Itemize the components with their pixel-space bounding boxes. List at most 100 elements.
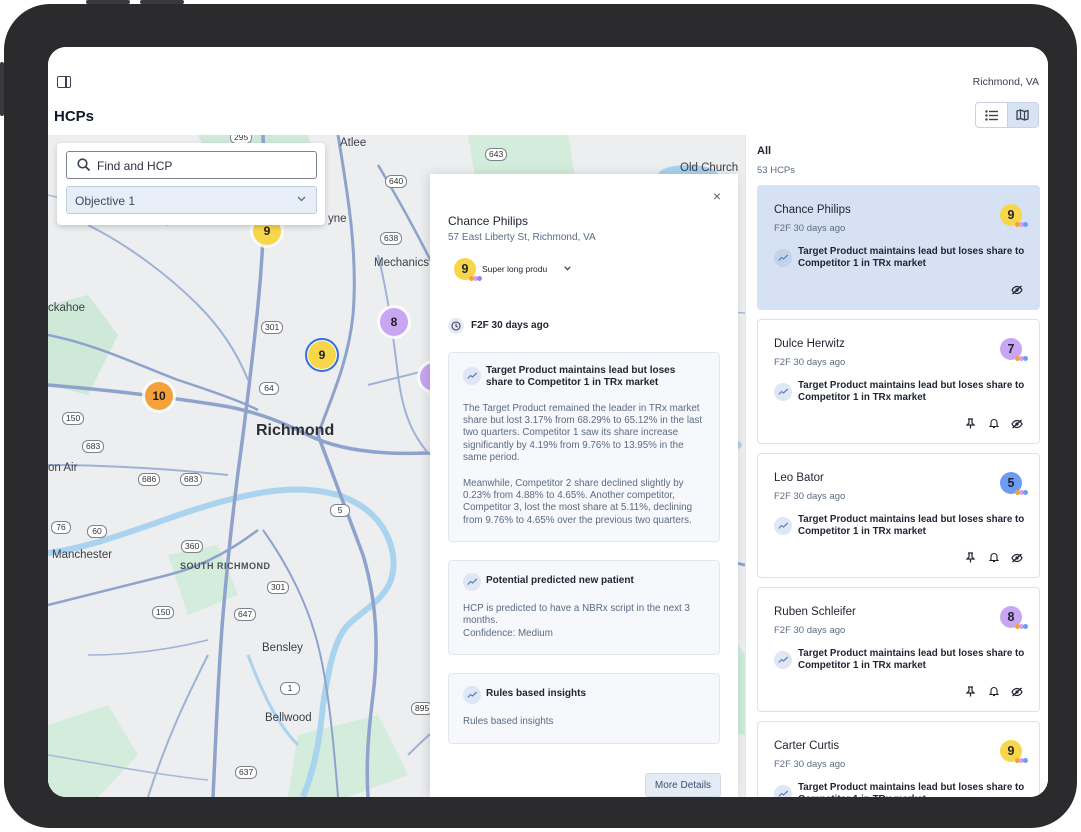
- hcp-card-actions: [1010, 283, 1023, 296]
- hide-icon[interactable]: [1010, 685, 1023, 698]
- map-cluster-marker-selected[interactable]: 9: [305, 338, 339, 372]
- pin-icon[interactable]: [964, 551, 977, 564]
- highway-shield: 5: [330, 504, 350, 517]
- map-label-richmond: Richmond: [256, 422, 335, 439]
- top-bar: Richmond, VA HCPs: [48, 47, 1048, 135]
- map-label-atlee: Atlee: [340, 137, 367, 149]
- hcp-card-insight-text: Target Product maintains lead but loses …: [798, 246, 1025, 269]
- highway-shield: 643: [485, 148, 508, 161]
- insight-card: Rules based insights Rules based insight…: [448, 673, 720, 744]
- insight-body: HCP is predicted to have a NBRx script i…: [463, 603, 690, 627]
- highway-shield: 1: [280, 682, 300, 695]
- highway-shield: 64: [259, 382, 279, 395]
- highway-shield: 150: [62, 412, 85, 425]
- map-cluster-marker[interactable]: 8: [380, 308, 408, 336]
- close-icon[interactable]: ×: [713, 188, 721, 204]
- highway-shield: 683: [180, 473, 203, 486]
- hcp-list-panel: All 53 HCPs Chance Philips F2F 30 days a…: [745, 135, 1048, 797]
- list-icon: [985, 109, 998, 121]
- hcp-card-insight-text: Target Product maintains lead but loses …: [798, 380, 1025, 403]
- app-screen: Richmond, VA HCPs Atlee yne Mechanics ck…: [48, 47, 1048, 797]
- highway-shield: 640: [385, 175, 408, 188]
- search-field[interactable]: [66, 151, 317, 179]
- hcp-card[interactable]: Dulce Herwitz F2F 30 days ago 7 Target P…: [757, 319, 1040, 444]
- bell-icon[interactable]: [987, 685, 1000, 698]
- insight-body: Meanwhile, Competitor 2 share declined s…: [463, 478, 693, 526]
- insight-title: Target Product maintains lead but loses …: [486, 365, 676, 388]
- map-label-bellwood: Bellwood: [265, 712, 312, 724]
- hide-icon[interactable]: [1010, 283, 1023, 296]
- highway-shield: 647: [234, 608, 257, 621]
- more-details-button[interactable]: More Details: [645, 773, 721, 797]
- insight-title: Potential predicted new patient: [486, 575, 634, 586]
- bell-icon[interactable]: [987, 551, 1000, 564]
- score-dots: [1015, 758, 1028, 763]
- highway-shield: 637: [235, 766, 258, 779]
- map-view-button[interactable]: [1006, 103, 1038, 127]
- map-label-mechanicsville: Mechanics: [374, 257, 429, 269]
- highway-shield: 60: [87, 525, 107, 538]
- objective-select-value: Objective 1: [75, 194, 136, 208]
- pin-icon[interactable]: [964, 685, 977, 698]
- location-label: Richmond, VA: [972, 76, 1039, 88]
- map-label-old-church: Old Church: [680, 162, 739, 174]
- score-value: 7: [1007, 342, 1015, 356]
- hcp-card-actions: [964, 685, 1023, 698]
- page-title: HCPs: [54, 108, 95, 125]
- map-cluster-marker[interactable]: 10: [145, 382, 173, 410]
- insight-body: Confidence: Medium: [463, 628, 553, 639]
- hcp-card[interactable]: Ruben Schleifer F2F 30 days ago 8 Target…: [757, 587, 1040, 712]
- score-badge: 5: [1000, 472, 1028, 495]
- hcp-address: 57 East Liberty St, Richmond, VA: [448, 232, 596, 243]
- highway-shield: 638: [380, 232, 403, 245]
- trend-icon: [463, 367, 481, 385]
- hcp-card-insight: Target Product maintains lead but loses …: [774, 246, 1029, 270]
- hcp-detail-panel: × Chance Philips 57 East Liberty St, Ric…: [430, 174, 738, 797]
- trend-icon: [774, 517, 792, 535]
- product-label: Super long produ: [482, 264, 548, 274]
- sidebar-toggle-icon[interactable]: [57, 76, 71, 88]
- chevron-down-icon: [297, 196, 306, 202]
- highway-shield: 686: [138, 473, 161, 486]
- hcp-card-name: Chance Philips: [774, 204, 851, 216]
- trend-icon: [774, 651, 792, 669]
- device-volume-button: [86, 0, 130, 4]
- score-badge: 9: [1000, 204, 1028, 227]
- score-value: 9: [461, 262, 469, 276]
- trend-icon: [463, 686, 481, 704]
- insight-card: Target Product maintains lead but loses …: [448, 352, 720, 542]
- hcp-card[interactable]: Leo Bator F2F 30 days ago 5 Target Produ…: [757, 453, 1040, 578]
- device-power-button: [0, 62, 4, 116]
- insight-card: Potential predicted new patient HCP is p…: [448, 560, 720, 655]
- map-label-south-richmond: SOUTH RICHMOND: [180, 561, 271, 571]
- search-card: Objective 1: [57, 143, 325, 225]
- hcp-card-name: Ruben Schleifer: [774, 606, 856, 618]
- last-contact-text: F2F 30 days ago: [471, 320, 549, 331]
- bell-icon[interactable]: [987, 417, 1000, 430]
- hcp-card-insight-text: Target Product maintains lead but loses …: [798, 648, 1025, 671]
- insight-body: The Target Product remained the leader i…: [463, 403, 703, 463]
- hcp-card-actions: [964, 551, 1023, 564]
- chevron-down-icon: [564, 266, 571, 271]
- highway-shield: 301: [267, 581, 290, 594]
- hcp-card[interactable]: Chance Philips F2F 30 days ago 9 Target …: [757, 185, 1040, 310]
- score-dots: [1015, 222, 1028, 227]
- map-label-hanover: yne: [328, 213, 347, 225]
- hide-icon[interactable]: [1010, 417, 1023, 430]
- hcp-name: Chance Philips: [448, 214, 529, 228]
- trend-icon: [774, 249, 792, 267]
- device-volume-button: [140, 0, 184, 4]
- search-input[interactable]: [97, 157, 307, 175]
- hide-icon[interactable]: [1010, 551, 1023, 564]
- history-icon: [448, 318, 464, 334]
- hcp-card-insight: Target Product maintains lead but loses …: [774, 648, 1029, 672]
- score-dots: [1015, 624, 1028, 629]
- list-heading: All: [757, 145, 772, 157]
- pin-icon[interactable]: [964, 417, 977, 430]
- objective-select[interactable]: Objective 1: [66, 186, 317, 214]
- map-label-bensley: Bensley: [262, 642, 303, 654]
- score-badge: 9: [454, 258, 482, 281]
- hcp-card-name: Leo Bator: [774, 472, 824, 484]
- list-view-button[interactable]: [976, 103, 1007, 127]
- hcp-card[interactable]: Carter Curtis F2F 30 days ago 9 Target P…: [757, 721, 1040, 797]
